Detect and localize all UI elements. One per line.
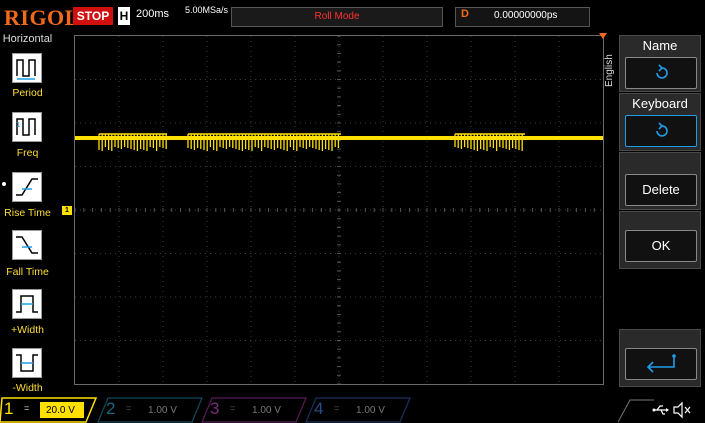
- delete-menu-item[interactable]: Delete: [619, 152, 701, 210]
- measure-positive-width-button[interactable]: [12, 289, 42, 319]
- channel-1-number: 1: [4, 399, 14, 418]
- rotate-knob-icon: [656, 122, 668, 137]
- channel-4-tab[interactable]: 4 = 1.00 V: [308, 398, 404, 422]
- dc-coupling-icon: =: [24, 403, 30, 413]
- channel-3-scale: 1.00 V: [252, 405, 281, 416]
- measure-rise-time-button[interactable]: [12, 172, 42, 202]
- ok-button[interactable]: OK: [625, 230, 697, 262]
- measure-positive-width-label: +Width: [11, 324, 44, 336]
- rise-time-icon: [16, 178, 38, 196]
- positive-width-icon: [16, 295, 38, 313]
- name-knob-button[interactable]: [625, 57, 697, 89]
- channel-1-tab[interactable]: 1 = 20.0 V: [0, 398, 96, 422]
- svg-text:1: 1: [16, 121, 20, 129]
- channel-4-scale: 1.00 V: [356, 405, 385, 416]
- frequency-icon: 1: [16, 118, 36, 136]
- dc-coupling-icon: =: [126, 403, 132, 413]
- sidebar-title: Horizontal: [2, 33, 53, 45]
- delay-value: 0.00000000ps: [494, 10, 558, 21]
- channel-2-tab[interactable]: 2 = 1.00 V: [100, 398, 196, 422]
- language-label: English: [604, 54, 615, 88]
- waveform-display[interactable]: [74, 35, 604, 385]
- measure-period-label: Period: [12, 87, 43, 99]
- bottom-right-frame: [618, 399, 654, 422]
- keyboard-menu-item[interactable]: Keyboard: [619, 93, 701, 151]
- timebase-value[interactable]: 200ms: [136, 8, 169, 20]
- negative-width-icon: [16, 354, 38, 372]
- enter-return-icon: [646, 354, 676, 373]
- channel-3-tab[interactable]: 3 = 1.00 V: [204, 398, 300, 422]
- channel-4-number: 4: [314, 399, 324, 418]
- name-label: Name: [642, 38, 678, 53]
- acquisition-mode-indicator: Roll Mode: [231, 7, 443, 27]
- delete-button[interactable]: Delete: [625, 174, 697, 206]
- channel-1-offset-marker[interactable]: 1: [62, 206, 72, 215]
- run-stop-status[interactable]: STOP: [73, 7, 113, 25]
- channel-2-number: 2: [106, 399, 116, 418]
- sample-rate: 5.00MSa/s: [185, 5, 229, 15]
- enter-button[interactable]: [625, 348, 697, 380]
- delete-label: Delete: [642, 182, 680, 197]
- channel-3-number: 3: [210, 399, 220, 418]
- name-menu-item[interactable]: Name: [619, 35, 701, 92]
- measure-negative-width-label: -Width: [12, 382, 43, 394]
- fall-time-icon: [16, 236, 38, 254]
- ok-menu-item[interactable]: OK: [619, 211, 701, 269]
- usb-icon: [652, 405, 669, 415]
- keyboard-knob-button[interactable]: [625, 115, 697, 147]
- selected-dot-icon: [2, 182, 6, 186]
- measure-period-button[interactable]: [12, 53, 42, 83]
- waveform-grid: [75, 36, 603, 384]
- dc-coupling-icon: =: [230, 403, 236, 413]
- measure-fall-time-label: Fall Time: [6, 266, 49, 278]
- rotate-knob-icon: [656, 64, 668, 79]
- measure-rise-time-label: Rise Time: [4, 207, 51, 219]
- measure-frequency-label: Freq: [16, 147, 39, 159]
- delay-label: D: [461, 8, 469, 20]
- empty-menu-slot: [619, 270, 701, 328]
- keyboard-label: Keyboard: [632, 96, 688, 111]
- measure-fall-time-button[interactable]: [12, 230, 42, 260]
- period-icon: [16, 59, 36, 80]
- measure-negative-width-button[interactable]: [12, 348, 42, 378]
- speaker-mute-icon[interactable]: [672, 401, 692, 419]
- channel-1-scale: 20.0 V: [46, 405, 75, 416]
- measure-frequency-button[interactable]: 1: [12, 112, 42, 142]
- ok-label: OK: [651, 238, 671, 253]
- rigol-logo: RIGOL: [4, 5, 80, 30]
- timebase-label: H: [118, 7, 130, 25]
- dc-coupling-icon: =: [334, 403, 340, 413]
- enter-menu-item[interactable]: [619, 329, 701, 387]
- channel-2-scale: 1.00 V: [148, 405, 177, 416]
